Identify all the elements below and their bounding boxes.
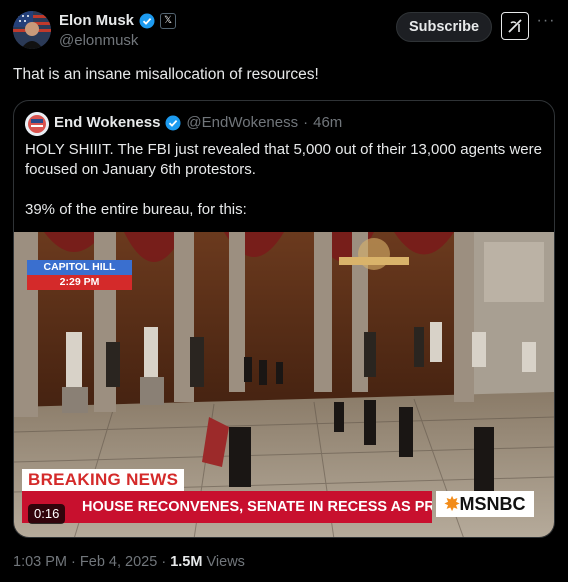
tweet-text: That is an insane misallocation of resou…: [13, 66, 319, 83]
grok-icon[interactable]: [501, 12, 529, 40]
verified-icon: [165, 115, 181, 131]
more-icon[interactable]: ···: [536, 13, 556, 34]
location-graphic: CAPITOL HILL 2:29 PM: [27, 260, 132, 290]
network-name: MSNBC: [459, 494, 526, 514]
peacock-icon: ✸: [444, 494, 460, 514]
post: Elon Musk 𝕏 @elonmusk Subscribe ··· That…: [0, 0, 568, 582]
network-logo: ✸MSNBC: [436, 491, 534, 517]
location-label: CAPITOL HILL: [27, 260, 132, 275]
post-date[interactable]: Feb 4, 2025: [80, 554, 157, 570]
quote-avatar[interactable]: [25, 112, 49, 136]
quote-paragraph: 39% of the entire bureau, for this:: [25, 201, 247, 218]
quote-age[interactable]: 46m: [313, 114, 342, 131]
post-time[interactable]: 1:03 PM: [13, 554, 67, 570]
quote-text: HOLY SHIIIT. The FBI just revealed that …: [25, 140, 545, 220]
quote-author-handle[interactable]: @EndWokeness: [186, 114, 298, 131]
verified-icon: [139, 13, 155, 29]
author-handle[interactable]: @elonmusk: [59, 32, 138, 49]
author-row: Elon Musk 𝕏: [59, 12, 177, 29]
breaking-news-label: BREAKING NEWS: [22, 469, 185, 491]
author-name[interactable]: Elon Musk: [59, 12, 134, 29]
clock-label: 2:29 PM: [27, 275, 132, 290]
quote-header: End Wokeness @EndWokeness · 46m: [54, 114, 342, 131]
views-count: 1.5M: [170, 554, 203, 570]
views-label: Views: [206, 554, 245, 570]
video-player[interactable]: CAPITOL HILL 2:29 PM BREAKING NEWS HOUSE…: [14, 232, 554, 537]
quoted-tweet[interactable]: End Wokeness @EndWokeness · 46m HOLY SHI…: [13, 100, 555, 538]
separator-dot: ·: [161, 554, 167, 570]
avatar[interactable]: [13, 11, 51, 49]
headline-banner: HOUSE RECONVENES, SENATE IN RECESS AS PR…: [22, 491, 432, 523]
affiliate-x-icon[interactable]: 𝕏: [160, 12, 177, 29]
post-meta: 1:03 PM · Feb 4, 2025 · 1.5M Views: [13, 554, 245, 570]
video-duration: 0:16: [28, 504, 66, 524]
quote-paragraph: HOLY SHIIIT. The FBI just revealed that …: [25, 141, 542, 178]
separator-dot: ·: [71, 554, 76, 570]
separator-dot: ·: [303, 114, 309, 131]
quote-author-name[interactable]: End Wokeness: [54, 114, 160, 131]
subscribe-button[interactable]: Subscribe: [396, 12, 492, 42]
